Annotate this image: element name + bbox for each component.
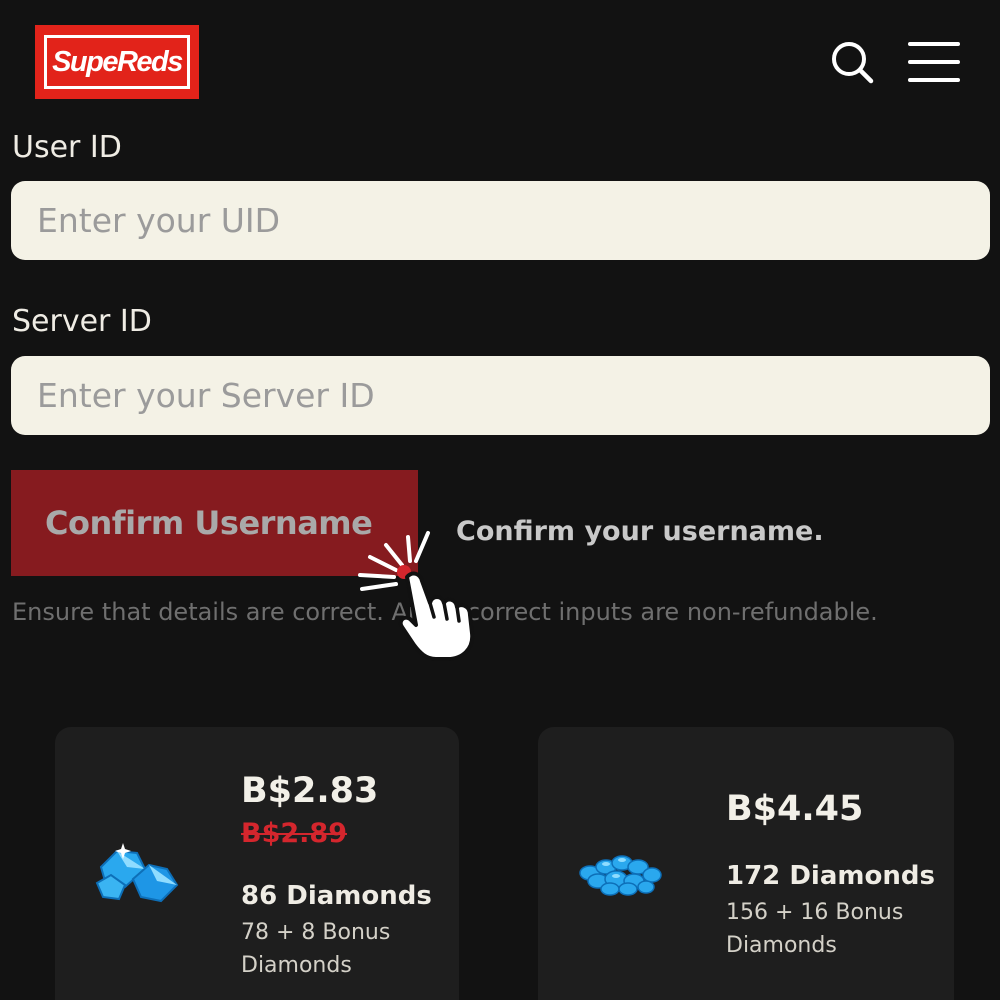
package-amount: 172 Diamonds bbox=[726, 861, 935, 891]
brand-logo-text: SupeReds bbox=[44, 35, 190, 89]
package-amount: 86 Diamonds bbox=[241, 881, 432, 911]
diamond-pile-medium-icon bbox=[579, 855, 662, 896]
diamond-package-card[interactable]: B$2.83 B$2.89 86 Diamonds 78 + 8 Bonus D… bbox=[55, 727, 459, 1000]
diamond-package-card[interactable]: B$4.45 172 Diamonds 156 + 16 Bonus Diamo… bbox=[538, 727, 954, 1000]
user-id-label: User ID bbox=[12, 130, 122, 165]
user-id-input[interactable] bbox=[11, 181, 990, 260]
diamond-pile-small-icon bbox=[95, 843, 179, 903]
package-bonus: 78 + 8 Bonus Diamonds bbox=[241, 920, 391, 978]
package-old-price: B$2.89 bbox=[241, 818, 347, 849]
server-id-input[interactable] bbox=[11, 356, 990, 435]
confirm-hint-text: Confirm your username. bbox=[456, 516, 824, 547]
hamburger-menu-icon[interactable] bbox=[908, 42, 960, 82]
search-icon[interactable] bbox=[830, 40, 874, 84]
site-header: SupeReds bbox=[0, 0, 1000, 120]
brand-logo[interactable]: SupeReds bbox=[35, 25, 199, 99]
package-price: B$4.45 bbox=[726, 789, 864, 829]
package-price: B$2.83 bbox=[241, 771, 379, 811]
package-bonus: 156 + 16 Bonus Diamonds bbox=[726, 900, 904, 958]
server-id-label: Server ID bbox=[12, 304, 152, 339]
pointing-hand-icon bbox=[358, 531, 475, 661]
